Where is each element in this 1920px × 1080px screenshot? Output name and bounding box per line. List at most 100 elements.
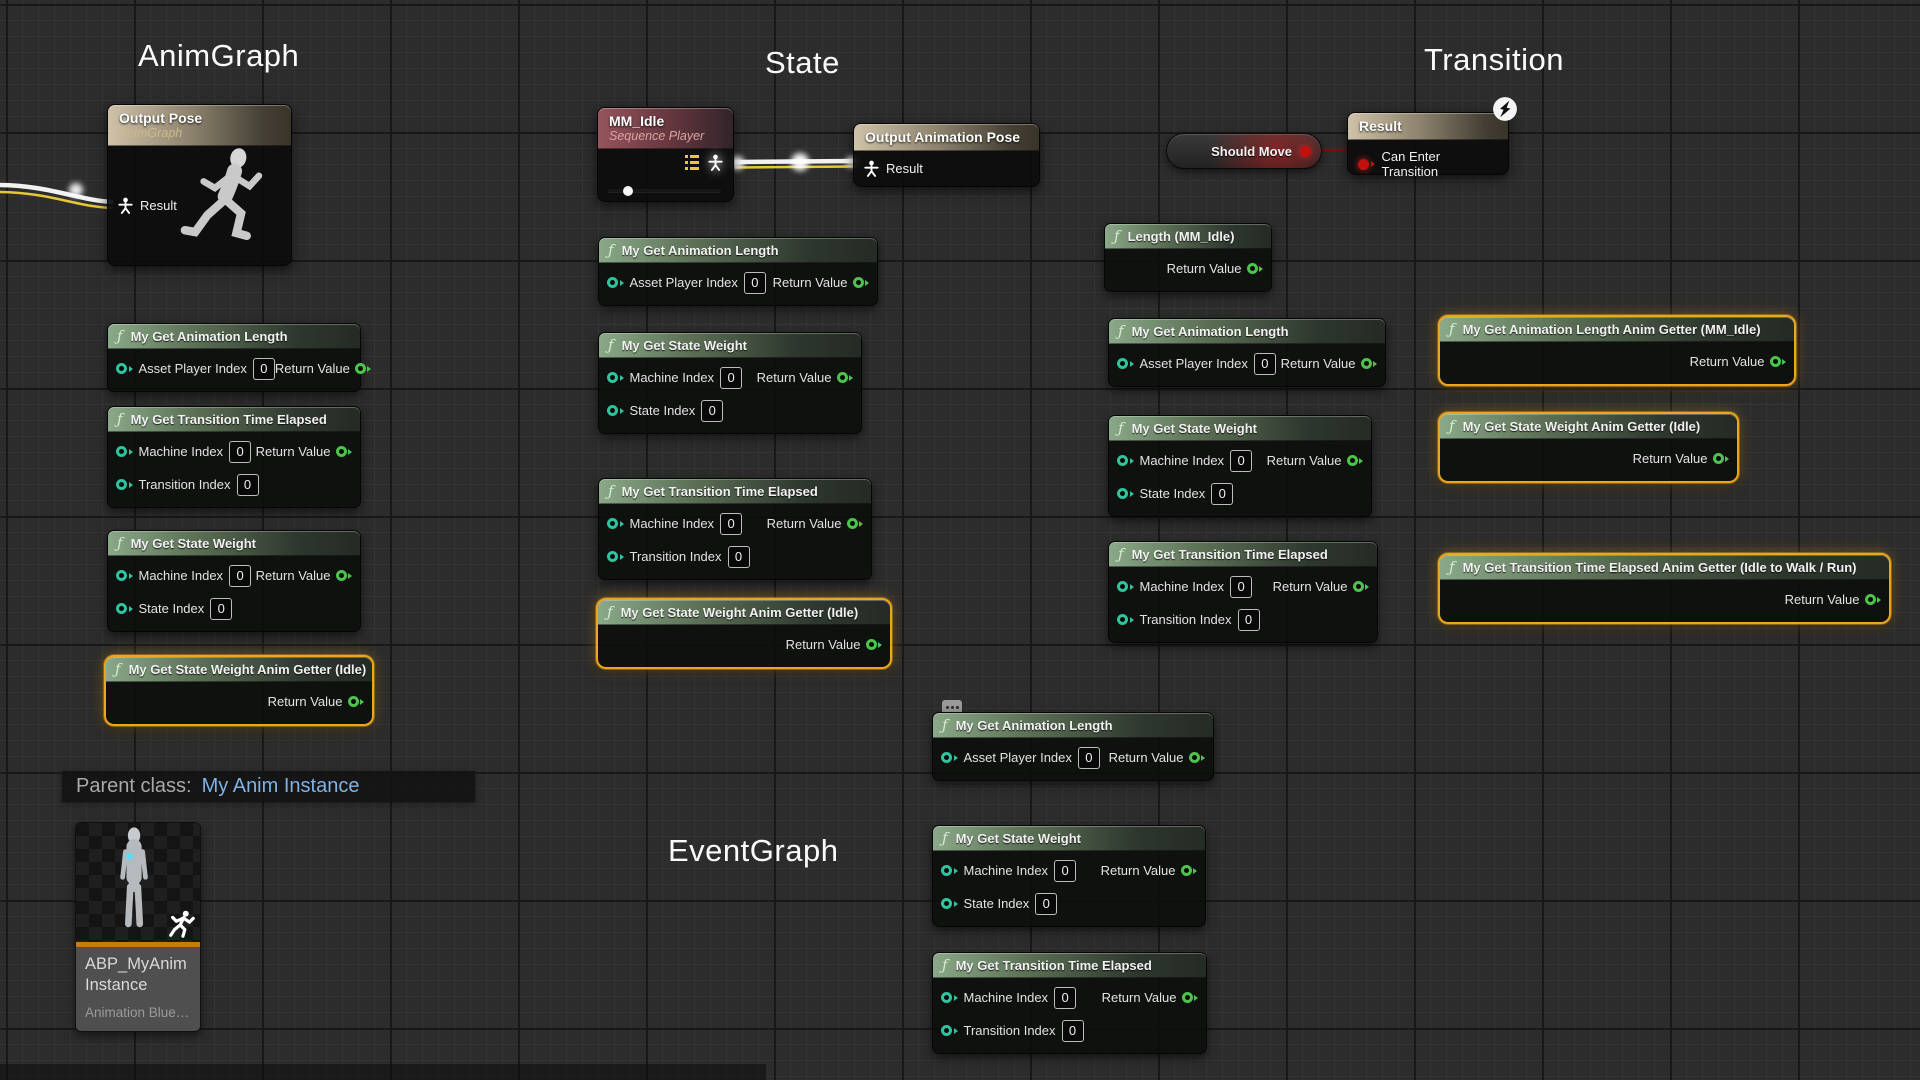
input-pin-machine-index[interactable] bbox=[116, 446, 133, 457]
function-node-my-get-state-weight[interactable]: ƒMy Get State WeightMachine Index0Return… bbox=[598, 332, 862, 434]
input-pin-machine-index[interactable] bbox=[116, 570, 133, 581]
return-value-pin[interactable] bbox=[336, 570, 353, 581]
function-node-my-get-transition-time-elapsed[interactable]: ƒMy Get Transition Time ElapsedMachine I… bbox=[598, 478, 872, 580]
input-value-box[interactable]: 0 bbox=[1035, 893, 1057, 915]
input-pin-machine-index[interactable] bbox=[1117, 581, 1134, 592]
return-value-pin[interactable] bbox=[1865, 594, 1882, 605]
input-pin-state-index[interactable] bbox=[607, 405, 624, 416]
pose-output-pin[interactable] bbox=[708, 154, 723, 171]
input-pin-state-index[interactable] bbox=[941, 898, 958, 909]
return-value-pin[interactable] bbox=[348, 696, 365, 707]
function-f-icon: ƒ bbox=[1118, 324, 1124, 339]
input-value-box[interactable]: 0 bbox=[701, 400, 723, 422]
input-value-box[interactable]: 0 bbox=[728, 546, 750, 568]
input-value-box[interactable]: 0 bbox=[1238, 609, 1260, 631]
function-node-my-get-transition-time-elapsed-anim-getter-idle-to-walk-run[interactable]: ƒMy Get Transition Time Elapsed Anim Get… bbox=[1438, 553, 1891, 624]
input-pin-asset-player-index[interactable] bbox=[116, 363, 133, 374]
sequence-scrub-slider[interactable] bbox=[608, 189, 721, 192]
return-value-pin[interactable] bbox=[1353, 581, 1370, 592]
should-move-variable-node[interactable]: Should Move bbox=[1166, 133, 1322, 169]
input-pin-machine-index[interactable] bbox=[607, 372, 624, 383]
function-node-my-get-animation-length[interactable]: ƒMy Get Animation LengthAsset Player Ind… bbox=[932, 712, 1214, 781]
blueprint-graph-canvas[interactable]: AnimGraph State Transition EventGraph Ou… bbox=[0, 0, 1920, 1080]
function-node-my-get-animation-length[interactable]: ƒMy Get Animation LengthAsset Player Ind… bbox=[1108, 318, 1386, 387]
input-pin-machine-index[interactable] bbox=[607, 518, 624, 529]
return-value-pin[interactable] bbox=[336, 446, 353, 457]
function-node-my-get-state-weight-anim-getter-idle[interactable]: ƒMy Get State Weight Anim Getter (Idle)R… bbox=[596, 598, 892, 669]
output-pose-node[interactable]: Output Pose AnimGraph Result bbox=[107, 104, 292, 266]
input-value-box[interactable]: 0 bbox=[1254, 353, 1276, 375]
return-value-pin[interactable] bbox=[853, 277, 870, 288]
mannequin-character-image bbox=[104, 825, 166, 941]
input-value-box[interactable]: 0 bbox=[720, 367, 742, 389]
input-pin-transition-index[interactable] bbox=[941, 1025, 958, 1036]
input-value-box[interactable]: 0 bbox=[237, 474, 259, 496]
function-node-my-get-animation-length-anim-getter-mm-idle[interactable]: ƒMy Get Animation Length Anim Getter (MM… bbox=[1438, 315, 1796, 386]
can-enter-transition-pin[interactable]: Can Enter Transition bbox=[1348, 149, 1508, 179]
input-pin-transition-index[interactable] bbox=[116, 479, 133, 490]
function-node-header: ƒMy Get State Weight Anim Getter (Idle) bbox=[598, 600, 890, 625]
function-node-my-get-transition-time-elapsed[interactable]: ƒMy Get Transition Time ElapsedMachine I… bbox=[1108, 541, 1378, 643]
input-pin-transition-index[interactable] bbox=[607, 551, 624, 562]
return-value-pin[interactable] bbox=[847, 518, 864, 529]
function-node-my-get-state-weight-anim-getter-idle[interactable]: ƒMy Get State Weight Anim Getter (Idle)R… bbox=[104, 655, 374, 726]
input-value-box[interactable]: 0 bbox=[1054, 860, 1076, 882]
input-pin-transition-index[interactable] bbox=[1117, 614, 1134, 625]
return-value-pin[interactable] bbox=[1361, 358, 1378, 369]
return-value-pin[interactable] bbox=[866, 639, 883, 650]
input-value-box[interactable]: 0 bbox=[229, 565, 251, 587]
return-value-pin[interactable] bbox=[1181, 865, 1198, 876]
function-node-title: My Get Transition Time Elapsed bbox=[1132, 547, 1328, 562]
parent-class-link[interactable]: My Anim Instance bbox=[202, 775, 360, 798]
function-node-my-get-transition-time-elapsed[interactable]: ƒMy Get Transition Time ElapsedMachine I… bbox=[932, 952, 1207, 1054]
function-node-my-get-transition-time-elapsed[interactable]: ƒMy Get Transition Time ElapsedMachine I… bbox=[107, 406, 361, 508]
function-node-my-get-state-weight[interactable]: ƒMy Get State WeightMachine Index0Return… bbox=[107, 530, 361, 632]
transition-result-node[interactable]: Result Can Enter Transition bbox=[1347, 112, 1509, 175]
section-title-state: State bbox=[765, 45, 840, 81]
input-pin-machine-index[interactable] bbox=[941, 992, 958, 1003]
function-node-my-get-state-weight[interactable]: ƒMy Get State WeightMachine Index0Return… bbox=[932, 825, 1206, 927]
return-value-pin[interactable] bbox=[1182, 992, 1199, 1003]
function-node-my-get-state-weight-anim-getter-idle[interactable]: ƒMy Get State Weight Anim Getter (Idle)R… bbox=[1438, 412, 1739, 483]
return-value-pin[interactable] bbox=[1713, 453, 1730, 464]
function-node-title: My Get Animation Length bbox=[956, 718, 1113, 733]
return-value-pin[interactable] bbox=[1247, 263, 1264, 274]
function-node-my-get-state-weight[interactable]: ƒMy Get State WeightMachine Index0Return… bbox=[1108, 415, 1372, 517]
input-value-box[interactable]: 0 bbox=[210, 598, 232, 620]
input-value-box[interactable]: 0 bbox=[1054, 987, 1076, 1009]
input-value-box[interactable]: 0 bbox=[1078, 747, 1100, 769]
input-value-box[interactable]: 0 bbox=[1230, 450, 1252, 472]
input-pin-state-index[interactable] bbox=[116, 603, 133, 614]
return-value-pin[interactable] bbox=[1770, 356, 1787, 367]
slider-handle[interactable] bbox=[623, 186, 633, 196]
return-value-label: Return Value bbox=[1167, 261, 1242, 276]
input-value-box[interactable]: 0 bbox=[1211, 483, 1233, 505]
output-animation-pose-node[interactable]: Output Animation Pose Result bbox=[853, 123, 1040, 187]
input-value-box[interactable]: 0 bbox=[1062, 1020, 1084, 1042]
input-value-box[interactable]: 0 bbox=[229, 441, 251, 463]
return-value-pin[interactable] bbox=[355, 363, 372, 374]
return-value-label: Return Value bbox=[1281, 356, 1356, 371]
mm-idle-sequence-player-node[interactable]: MM_Idle Sequence Player bbox=[597, 107, 734, 202]
return-value-pin[interactable] bbox=[1189, 752, 1206, 763]
input-value-box[interactable]: 0 bbox=[253, 358, 275, 380]
input-pin-asset-player-index[interactable] bbox=[607, 277, 624, 288]
input-value-box[interactable]: 0 bbox=[1230, 576, 1252, 598]
input-pin-asset-player-index[interactable] bbox=[1117, 358, 1134, 369]
function-node-my-get-animation-length[interactable]: ƒMy Get Animation LengthAsset Player Ind… bbox=[598, 237, 878, 306]
fast-path-lightning-icon bbox=[1492, 96, 1518, 122]
result-input-pin[interactable]: Result bbox=[854, 160, 933, 177]
input-value-box[interactable]: 0 bbox=[744, 272, 766, 294]
input-pin-state-index[interactable] bbox=[1117, 488, 1134, 499]
bool-output-pin[interactable] bbox=[1300, 146, 1311, 157]
input-pin-machine-index[interactable] bbox=[941, 865, 958, 876]
function-node-my-get-animation-length[interactable]: ƒMy Get Animation LengthAsset Player Ind… bbox=[107, 323, 361, 392]
return-value-pin[interactable] bbox=[837, 372, 854, 383]
function-node-length-mm-idle[interactable]: ƒLength (MM_Idle)Return Value bbox=[1104, 223, 1272, 292]
input-pin-label: Transition Index bbox=[630, 549, 722, 564]
input-pin-asset-player-index[interactable] bbox=[941, 752, 958, 763]
return-value-pin[interactable] bbox=[1347, 455, 1364, 466]
input-value-box[interactable]: 0 bbox=[720, 513, 742, 535]
input-pin-machine-index[interactable] bbox=[1117, 455, 1134, 466]
abp-myanim-asset-tile[interactable]: ABP_MyAnim Instance Animation Blue… bbox=[75, 822, 201, 1032]
